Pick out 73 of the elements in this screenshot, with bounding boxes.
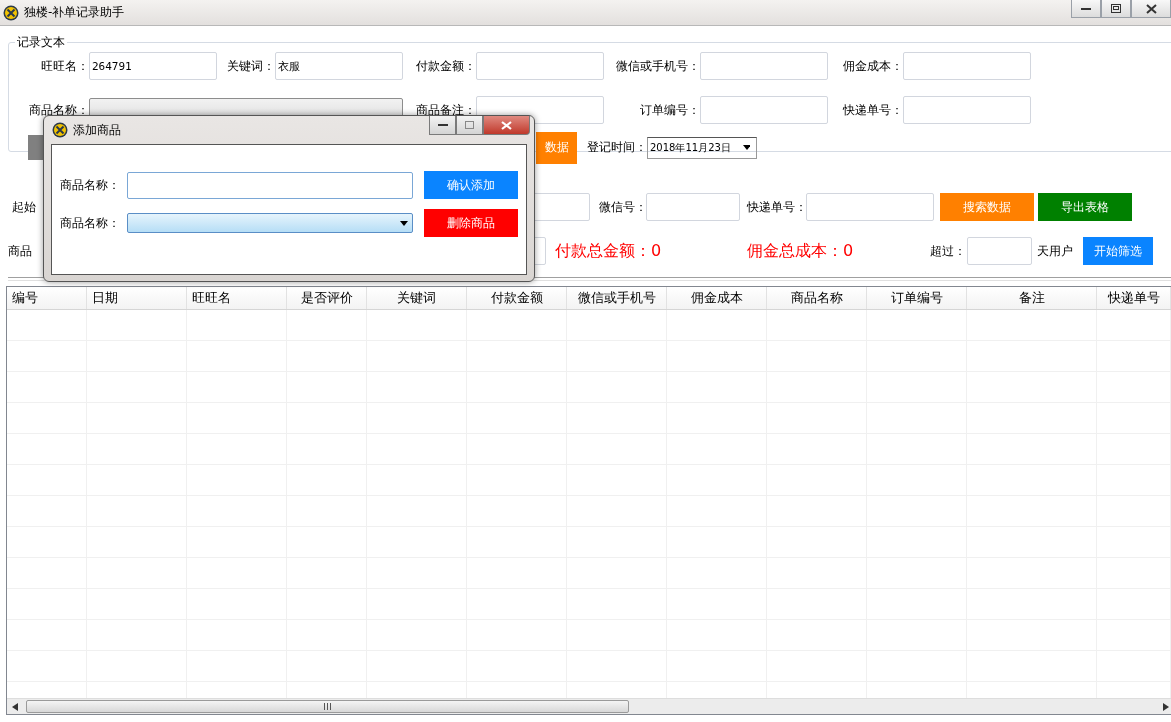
start-time-label: 起始 bbox=[12, 198, 37, 216]
field-label: 商品名称： bbox=[28, 101, 89, 119]
horizontal-scrollbar[interactable] bbox=[7, 698, 1171, 714]
scroll-thumb[interactable] bbox=[26, 700, 629, 713]
filter-button[interactable]: 开始筛选 bbox=[1083, 237, 1153, 265]
field-label: 关键词： bbox=[226, 57, 275, 75]
product-label: 商品 bbox=[8, 242, 33, 260]
field-label: 商品备注： bbox=[415, 101, 476, 119]
minimize-icon bbox=[437, 123, 448, 127]
column-header[interactable]: 商品名称 bbox=[767, 287, 867, 309]
column-header[interactable]: 关键词 bbox=[367, 287, 467, 309]
minimize-button[interactable] bbox=[429, 116, 456, 135]
app-icon bbox=[3, 4, 19, 21]
maximize-icon bbox=[1111, 4, 1121, 13]
field-label: 旺旺名： bbox=[40, 57, 89, 75]
input-field[interactable] bbox=[700, 52, 828, 80]
column-header[interactable]: 编号 bbox=[7, 287, 87, 309]
field-label: 付款金额： bbox=[415, 57, 476, 75]
column-header[interactable]: 日期 bbox=[87, 287, 187, 309]
column-header[interactable]: 微信或手机号 bbox=[567, 287, 667, 309]
grip-icon bbox=[324, 703, 331, 710]
input-field[interactable] bbox=[700, 96, 828, 124]
field-label: 商品名称： bbox=[60, 214, 121, 232]
close-icon bbox=[501, 120, 512, 130]
input-field[interactable] bbox=[646, 193, 740, 221]
field-label: 佣金成本： bbox=[842, 57, 903, 75]
product-name-field[interactable] bbox=[127, 171, 413, 199]
input-field[interactable] bbox=[806, 193, 934, 221]
payment-total: 付款总金额：0 bbox=[555, 240, 663, 262]
maximize-icon bbox=[465, 121, 474, 129]
column-header[interactable]: 快递单号 bbox=[1097, 287, 1171, 309]
delete-product-button[interactable]: 删除商品 bbox=[424, 209, 518, 237]
input-field[interactable] bbox=[532, 193, 590, 221]
dropdown-arrow-icon bbox=[400, 220, 408, 226]
product-dropdown[interactable] bbox=[127, 213, 413, 233]
maximize-button[interactable] bbox=[1101, 0, 1131, 18]
close-button[interactable] bbox=[483, 116, 530, 135]
input-field[interactable] bbox=[903, 96, 1031, 124]
input-field[interactable] bbox=[476, 52, 604, 80]
minimize-button[interactable] bbox=[1071, 0, 1101, 18]
input-field[interactable] bbox=[903, 52, 1031, 80]
column-header[interactable]: 是否评价 bbox=[287, 287, 367, 309]
export-button[interactable]: 导出表格 bbox=[1038, 193, 1132, 221]
field-label: 快递单号： bbox=[842, 101, 903, 119]
field-label: 微信号： bbox=[599, 198, 646, 216]
dropdown-arrow-icon bbox=[742, 145, 750, 150]
days-label: 天用户 bbox=[1037, 242, 1074, 260]
column-header[interactable]: 佣金成本 bbox=[667, 287, 767, 309]
close-button[interactable] bbox=[1131, 0, 1171, 18]
field-label: 超过： bbox=[930, 242, 967, 260]
input-field[interactable]: 衣服 bbox=[275, 52, 403, 80]
group-title: 记录文本 bbox=[16, 34, 66, 51]
field-label: 订单编号： bbox=[639, 101, 700, 119]
input-field[interactable] bbox=[967, 237, 1032, 265]
dialog-title: 添加商品 bbox=[73, 121, 121, 139]
confirm-add-button[interactable]: 确认添加 bbox=[424, 171, 518, 199]
close-icon bbox=[1145, 3, 1157, 14]
field-label: 商品名称： bbox=[60, 176, 121, 194]
column-header[interactable]: 备注 bbox=[967, 287, 1097, 309]
scroll-left-icon[interactable] bbox=[12, 702, 18, 711]
field-label: 快递单号： bbox=[747, 198, 806, 216]
app-icon bbox=[52, 122, 68, 138]
column-header[interactable]: 订单编号 bbox=[867, 287, 967, 309]
action-button[interactable] bbox=[28, 135, 44, 160]
scroll-right-icon[interactable] bbox=[1163, 702, 1169, 711]
column-header[interactable]: 付款金额 bbox=[467, 287, 567, 309]
field-label: 微信或手机号： bbox=[615, 57, 700, 75]
input-field[interactable]: 264791 bbox=[89, 52, 217, 80]
column-header[interactable]: 旺旺名 bbox=[187, 287, 287, 309]
commission-total: 佣金总成本：0 bbox=[747, 240, 855, 262]
date-picker[interactable]: 2018年11月23日 bbox=[647, 136, 757, 159]
window-title: 独楼-补单记录助手 bbox=[24, 4, 125, 21]
date-label: 登记时间： bbox=[587, 139, 647, 156]
